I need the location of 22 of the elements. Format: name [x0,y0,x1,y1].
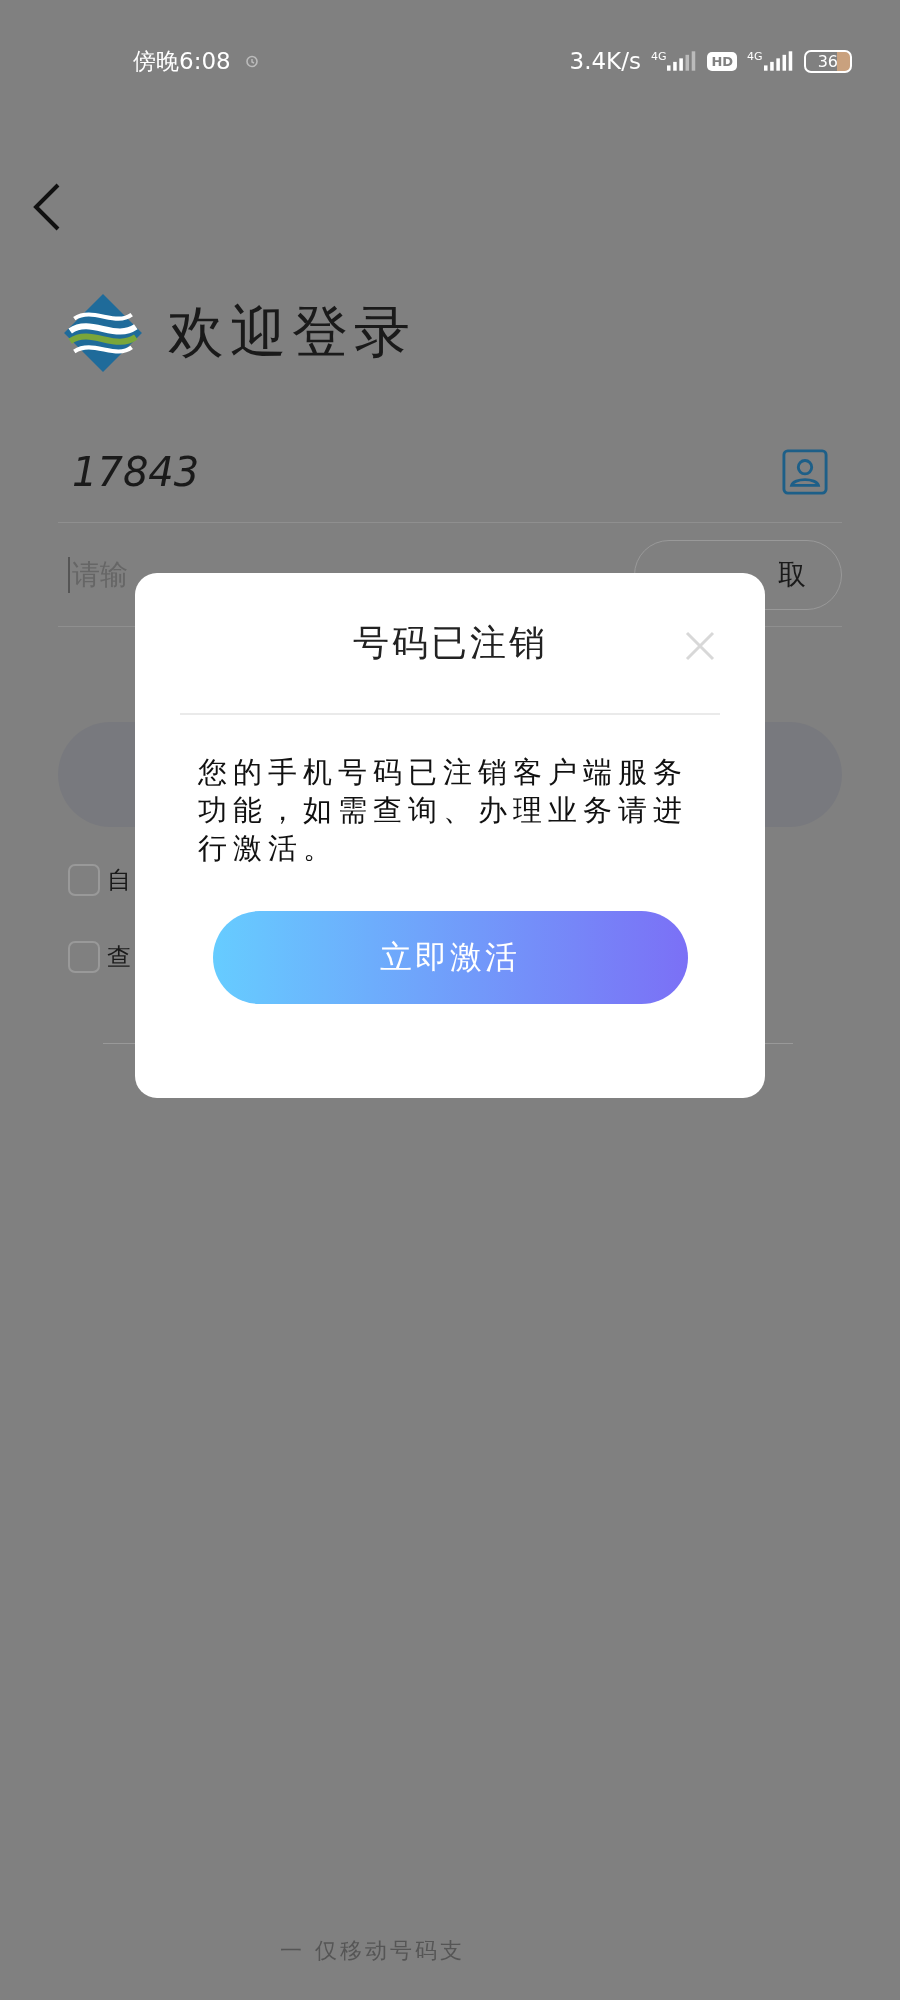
close-icon[interactable] [685,631,715,661]
network-type: 4G [747,50,763,63]
checkbox[interactable] [68,864,100,896]
signal-icon [667,50,698,72]
activate-button[interactable]: 立即激活 [212,911,688,1004]
network-speed: 3.4K/s [569,48,641,74]
welcome-title: 欢迎登录 [168,298,416,366]
alarm-icon [244,54,259,68]
contact-icon[interactable] [782,449,828,495]
logo-icon [62,292,144,374]
signal-icon [763,50,794,72]
battery-indicator: 36 [803,49,852,73]
dialog-title: 号码已注销 [352,620,548,665]
dialog-message: 您的手机号码已注销客户端服务功能，如需查询、办理业务请进行激活。 [197,754,689,867]
hd-badge: HD [707,51,738,71]
phone-number[interactable]: 17843 [72,449,200,495]
option-label: 查 [107,942,131,973]
checkbox[interactable] [68,941,100,973]
option-label: 自 [107,865,131,896]
network-type: 4G [650,50,667,63]
status-time: 傍晚6:08 [133,46,231,76]
back-icon[interactable] [32,182,62,232]
